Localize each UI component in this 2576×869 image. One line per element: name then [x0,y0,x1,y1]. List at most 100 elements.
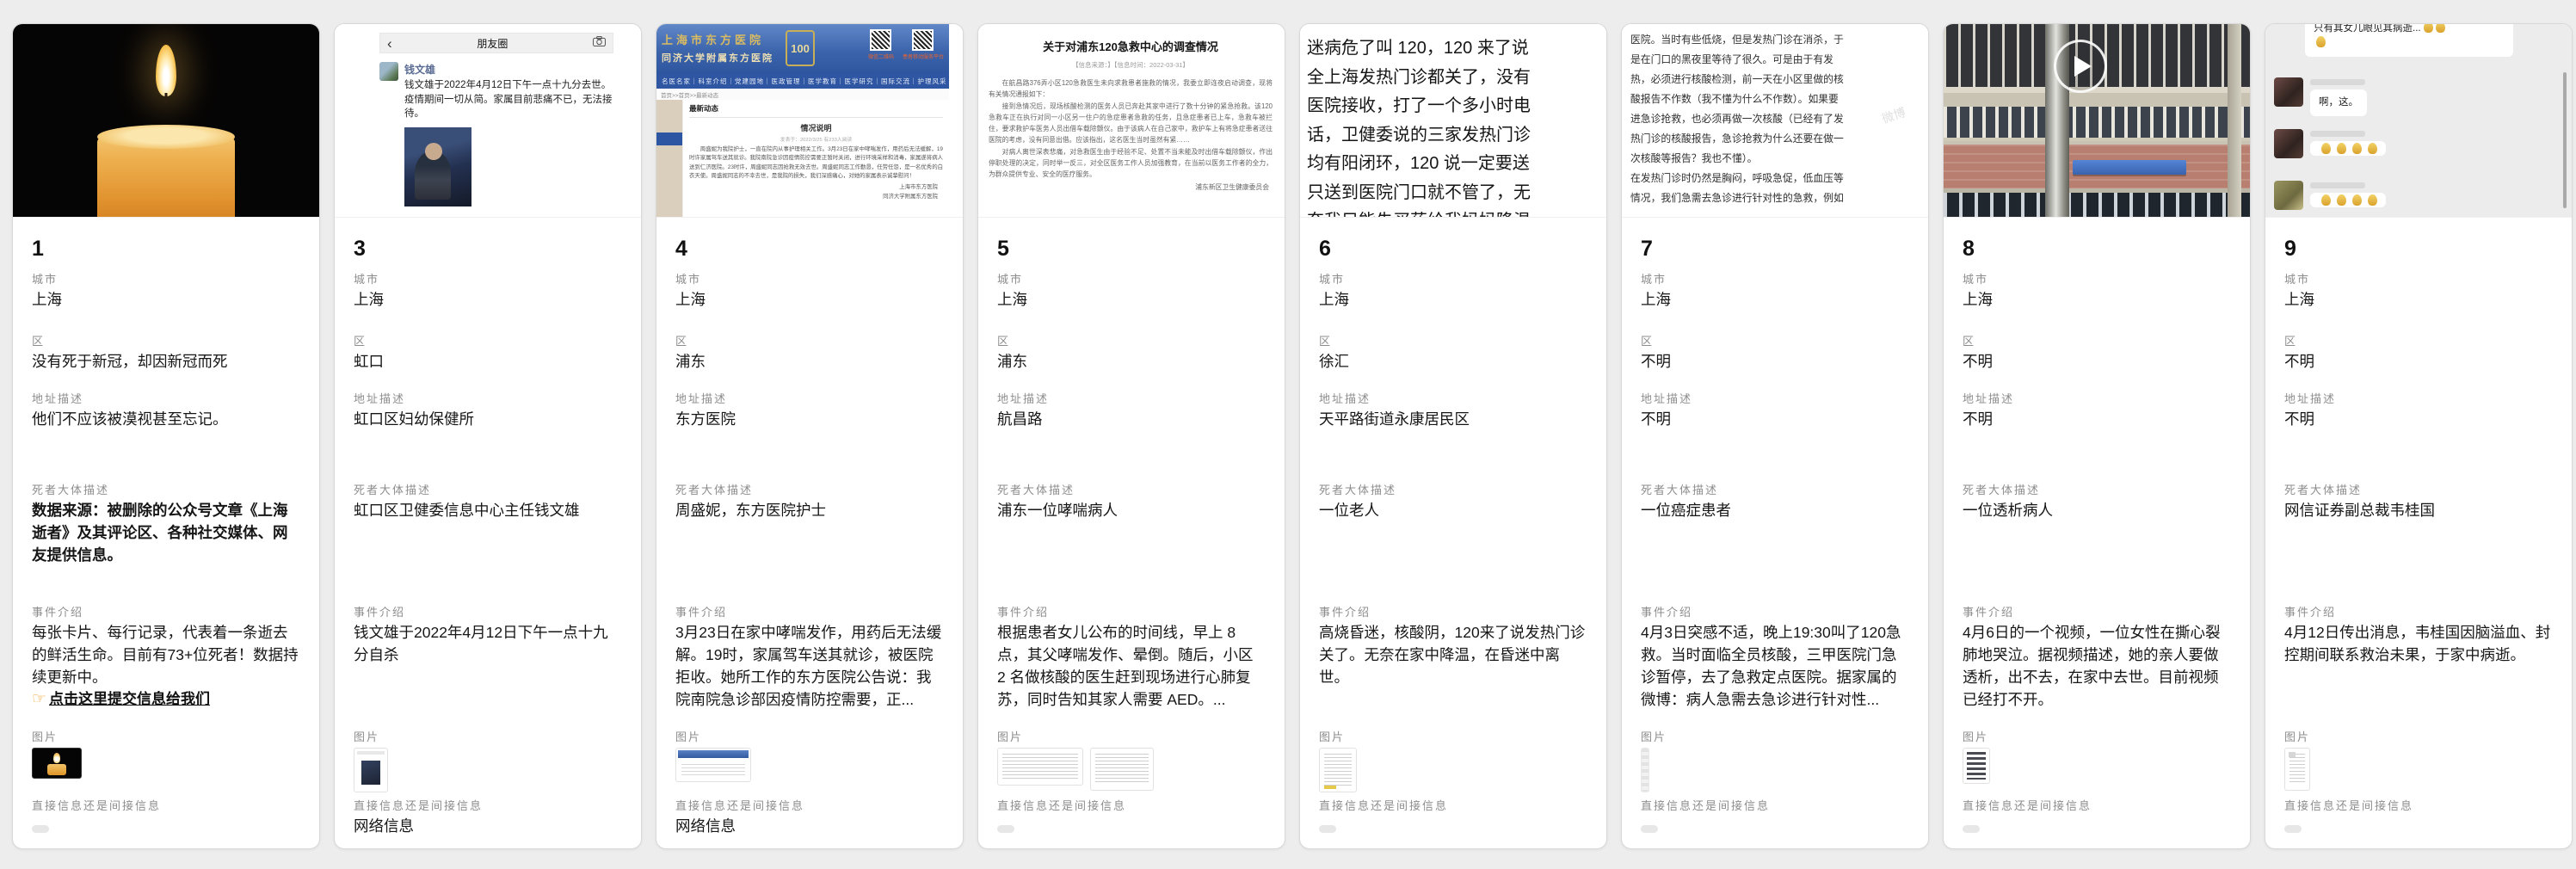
field-label-direct: 直接信息还是间接信息 [2284,794,2553,815]
record-card[interactable]: 8 城市 上海 区 不明 地址描述 不明 死者大体描述 一位透析病人 事件介绍 … [1943,23,2251,849]
card-cover [13,24,319,218]
field-direct: 直接信息还是间接信息 [1963,794,2231,849]
investigation-notice-screenshot: 关于对浦东120急救中心的调查情况 【信息来源：】【信息时间：2022-03-3… [978,24,1285,217]
record-card[interactable]: 只有其女儿眼见其病逝... 啊，这。 [2265,23,2573,849]
field-address: 地址描述 东方医院 [675,387,944,478]
field-label-event: 事件介绍 [1641,601,1909,621]
field-label-image: 图片 [354,725,622,746]
record-card[interactable]: 上海市东方医院 同济大学附属东方医院 100 微信二维码 患者移动服务平台 名医… [656,23,964,849]
field-value-district: 不明 [1641,350,1909,373]
blue-awning [2073,160,2186,175]
notice-signature: 上海市东方医院 [689,182,943,190]
pointing-hand-icon: ☞ [32,690,46,708]
field-address: 地址描述 不明 [1963,387,2231,478]
qr-code [870,29,891,51]
field-direct: 直接信息还是间接信息 [1319,794,1587,849]
chat-bubble: 只有其女儿眼见其病逝... [2305,24,2513,57]
image-thumbnail [997,748,1083,786]
card-number: 7 [1641,218,1909,268]
field-value-address: 航昌路 [997,408,1266,430]
field-value-address: 不明 [2284,408,2553,430]
field-label-direct: 直接信息还是间接信息 [997,794,1266,815]
image-thumbnails [354,748,622,792]
site-header: 上海市东方医院 同济大学附属东方医院 100 微信二维码 患者移动服务平台 [656,24,949,74]
field-value-city: 上海 [997,288,1266,311]
building-windows [1944,188,2250,217]
field-city: 城市 上海 [32,268,300,330]
chat-bubble [2310,141,2386,156]
field-direct: 直接信息还是间接信息 [997,794,1266,849]
field-label-deceased: 死者大体描述 [675,478,944,499]
field-label-district: 区 [354,330,622,350]
field-label-city: 城市 [1319,268,1587,288]
field-label-image: 图片 [2284,725,2553,746]
record-card[interactable]: 关于对浦东120急救中心的调查情况 【信息来源：】【信息时间：2022-03-3… [977,23,1285,849]
field-address: 地址描述 航昌路 [997,387,1266,478]
field-city: 城市 上海 [675,268,944,330]
field-value-city: 上海 [354,288,622,311]
post-author: 钱文雄 [404,62,613,77]
field-value-city: 上海 [675,288,944,311]
empty-value-pill [1641,825,1658,833]
window-frame [2228,24,2241,217]
field-label-event: 事件介绍 [675,601,944,621]
field-event: 事件介绍 根据患者女儿公布的时间线，早上 8 点，其父哮喘发作、晕倒。随后，小区… [997,601,1266,725]
avatar [379,62,398,81]
field-value-district: 虹口 [354,350,622,373]
field-label-address: 地址描述 [1319,387,1587,408]
card-number: 4 [675,218,944,268]
field-label-direct: 直接信息还是间接信息 [675,794,944,815]
field-deceased: 死者大体描述 虹口区卫健委信息中心主任钱文雄 [354,478,622,601]
field-deceased: 死者大体描述 周盛妮，东方医院护士 [675,478,944,601]
field-label-event: 事件介绍 [354,601,622,621]
folded-hands-icon [2352,194,2362,206]
field-value-address: 东方医院 [675,408,944,430]
card-number: 1 [32,218,300,268]
folded-hands-icon [2436,24,2445,33]
field-label-event: 事件介绍 [1963,601,2231,621]
card-cover: 迷病危了叫 120，120 来了说全上海发热门诊都关了，没有医院接收，打了一个多… [1300,24,1606,218]
site-nav: 名医名家｜科室介绍｜党建园地｜医政管理｜医学教育｜医学研究｜国际交流｜护理风采｜… [656,74,949,89]
field-label-deceased: 死者大体描述 [2284,478,2553,499]
field-label-image: 图片 [1963,725,2231,746]
field-event: 事件介绍 4月6日的一个视频，一位女性在撕心裂肺地哭泣。据视频描述，她的亲人要做… [1963,601,2231,725]
scrollbar [2563,72,2567,208]
submit-info-link[interactable]: 点击这里提交信息给我们 [49,691,210,707]
field-value-city: 上海 [1641,288,1909,311]
empty-value-pill [1963,825,1980,833]
wechat-moments-screenshot: ‹ 朋友圈 钱文雄 钱文雄于2022年4月12日下午一点十九分去世。疫情期间一切… [335,24,641,217]
field-label-district: 区 [1963,330,2231,350]
breadcrumb: 首页>>首页>>最新动态 [656,89,949,100]
folded-hands-icon [2321,194,2331,206]
card-number: 8 [1963,218,2231,268]
video-still [1944,24,2250,217]
post-text: 钱文雄于2022年4月12日下午一点十九分去世。疫情期间一切从简。家属目前悲痛不… [404,78,613,121]
section-title: 最新动态 [689,101,943,118]
field-label-event: 事件介绍 [1319,601,1587,621]
field-value-address: 天平路街道永康居民区 [1319,408,1587,430]
record-card[interactable]: ‹ 朋友圈 钱文雄 钱文雄于2022年4月12日下午一点十九分去世。疫情期间一切… [334,23,642,849]
field-image: 图片 [1641,725,1909,794]
notice-signature: 同济大学附属东方医院 [689,192,943,200]
image-thumbnails [32,748,300,779]
field-city: 城市 上海 [354,268,622,330]
record-card[interactable]: 迷病危了叫 120，120 来了说全上海发热门诊都关了，没有医院接收，打了一个多… [1299,23,1607,849]
record-card[interactable]: 医院。当时有些低烧，但是发热门诊在消杀，于是在门口的黑夜里等待了很久。可是由于有… [1621,23,1929,849]
notice-title: 情况说明 [689,122,943,133]
field-event: 事件介绍 高烧昏迷，核酸阴，120来了说发热门诊关了。无奈在家中降温，在昏迷中离… [1319,601,1587,725]
field-city: 城市 上海 [1319,268,1587,330]
record-card[interactable]: 1 城市 上海 区 没有死于新冠，却因新冠而死 地址描述 他们不应该被漠视甚至忘… [12,23,320,849]
qr-code [912,29,934,51]
image-thumbnails [2284,748,2553,791]
field-value-event: 每张卡片、每行记录，代表着一条逝去的鲜活生命。目前有73+位死者！数据持续更新中… [32,621,300,688]
image-thumbnails [675,748,944,782]
image-thumbnail [1090,748,1154,791]
candle-body [97,127,235,218]
image-thumbnail [675,748,751,782]
field-value-deceased: 一位透析病人 [1963,499,2231,521]
empty-value-pill [2284,825,2302,833]
field-deceased: 死者大体描述 网信证券副总裁韦桂国 [2284,478,2553,601]
blurred-username [2310,79,2365,85]
field-label-address: 地址描述 [997,387,1266,408]
image-thumbnail [32,748,82,779]
